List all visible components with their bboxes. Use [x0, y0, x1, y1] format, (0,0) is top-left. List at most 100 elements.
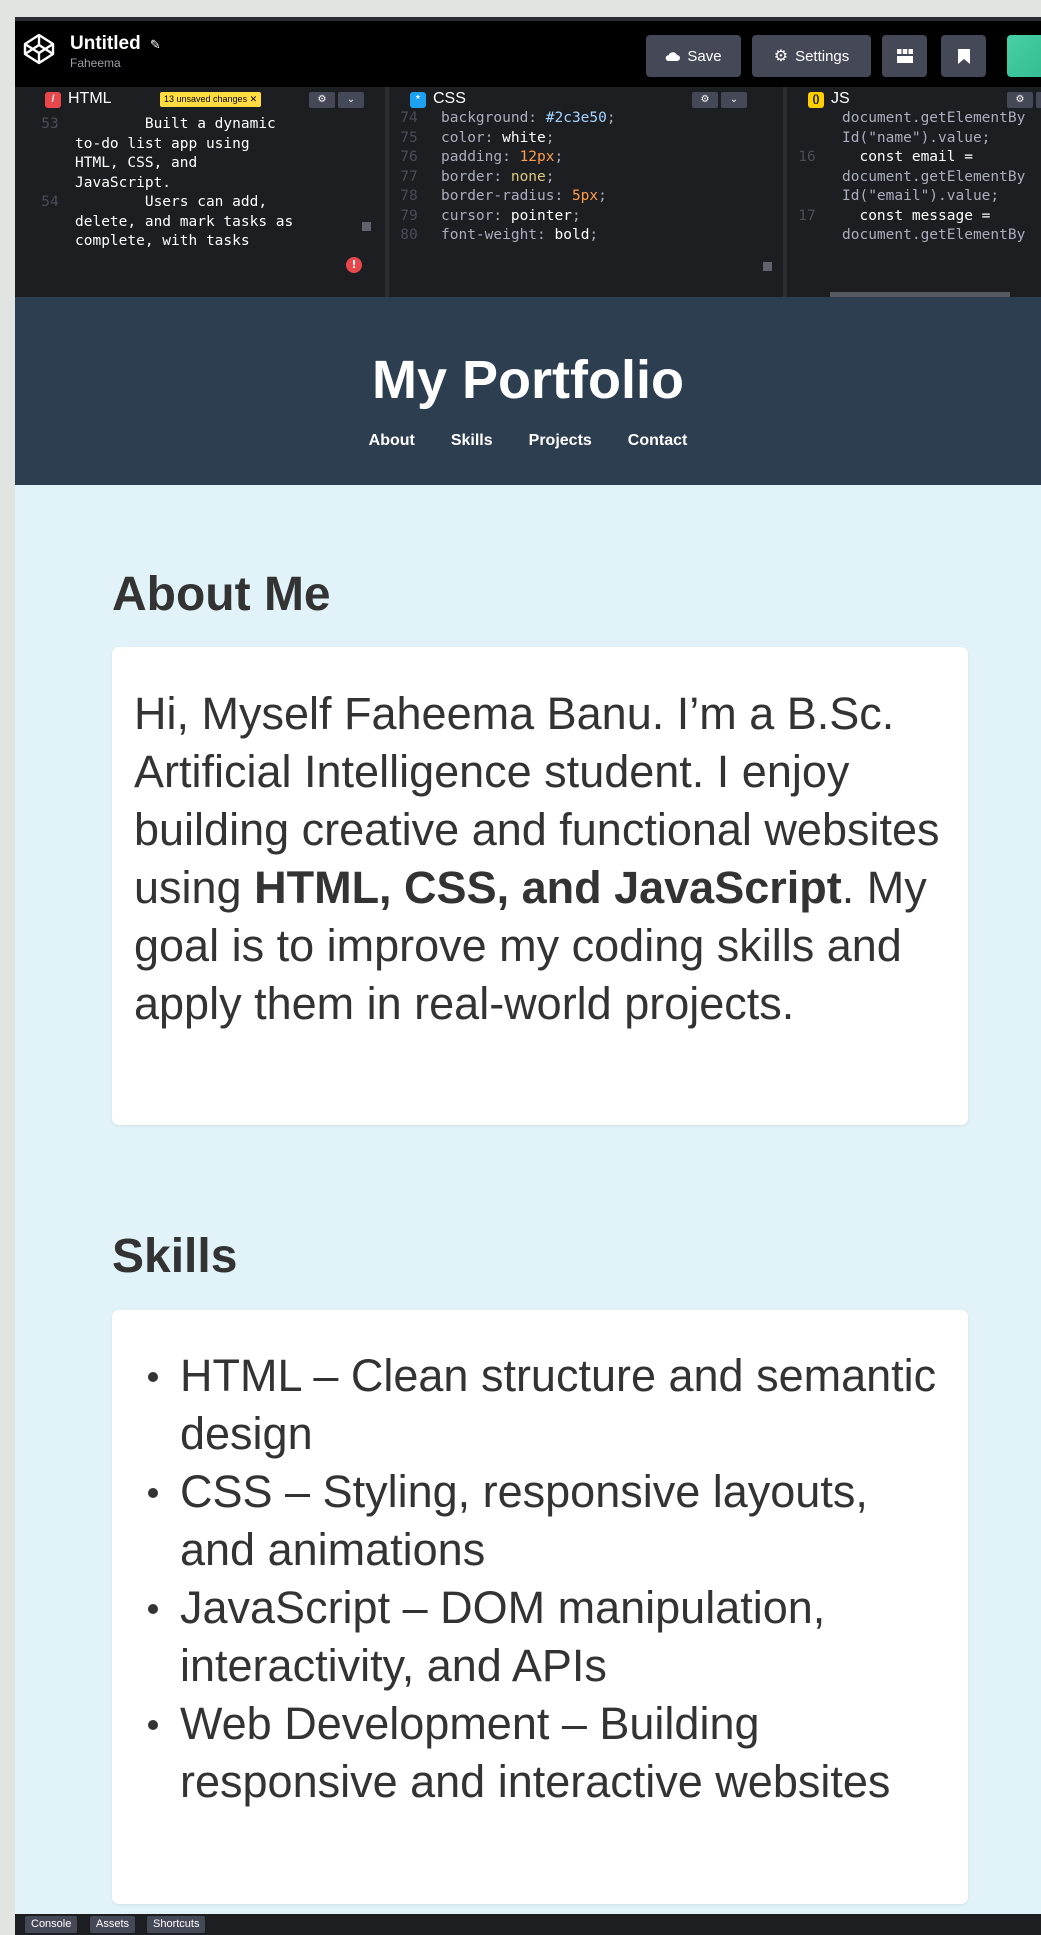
- codepen-window: Untitled ✎ Faheema Save ⚙ Settings / HTM…: [15, 17, 1041, 1935]
- code-line: 75 color: white;: [392, 129, 773, 149]
- js-editor[interactable]: () JS ⚙ ⌄ document.getElementBy Id("name…: [790, 87, 1041, 297]
- code-line: to-do list app using: [33, 135, 372, 155]
- css-property: cursor:: [441, 207, 511, 224]
- css-value: white: [502, 129, 546, 146]
- code-text: Users can add,: [75, 194, 268, 210]
- css-value: 5px: [571, 188, 599, 204]
- js-collapse-icon[interactable]: ⌄: [1036, 92, 1041, 108]
- code-line: 16 const email =: [790, 148, 1041, 168]
- assets-button[interactable]: Assets: [90, 1916, 136, 1933]
- css-collapse-icon[interactable]: ⌄: [721, 92, 747, 108]
- code-text: complete, with tasks: [75, 233, 250, 249]
- code-line: 54 Users can add,: [33, 193, 372, 213]
- code-text: delete, and mark tasks as: [75, 213, 294, 230]
- code-line: Id("email").value;: [790, 187, 1041, 207]
- save-button[interactable]: Save: [646, 35, 741, 77]
- code-line: 77 border: none;: [392, 168, 773, 188]
- skill-item: JavaScript – DOM manipulation, interacti…: [146, 1579, 946, 1695]
- code-line: complete, with tasks: [33, 232, 372, 252]
- line-number: 78: [400, 188, 418, 204]
- code-text: const email =: [842, 149, 973, 165]
- line-number: 79: [400, 207, 418, 224]
- css-value: pointer: [510, 207, 572, 224]
- about-text-bold: HTML, CSS, and JavaScript: [254, 862, 842, 913]
- html-editor[interactable]: / HTML 13 unsaved changes ✕ ⚙ ⌄ 53 Built…: [33, 87, 372, 297]
- code-text: to-do list app using: [75, 135, 250, 152]
- nav-link-projects[interactable]: Projects: [529, 432, 592, 450]
- code-text: JavaScript.: [75, 174, 172, 191]
- css-settings-icon[interactable]: ⚙: [692, 92, 718, 108]
- scrollbar-thumb[interactable]: [362, 222, 371, 231]
- bookmark-button[interactable]: [941, 35, 986, 77]
- site-title: My Portfolio: [372, 350, 684, 410]
- line-number: 53: [41, 116, 59, 132]
- site-header: My Portfolio About Skills Projects Conta…: [15, 297, 1041, 485]
- code-line: 79 cursor: pointer;: [392, 207, 773, 227]
- code-line: document.getElementBy: [790, 109, 1041, 129]
- editor-panels: / HTML 13 unsaved changes ✕ ⚙ ⌄ 53 Built…: [15, 87, 1041, 297]
- code-line: 76 padding: 12px;: [392, 148, 773, 168]
- js-code[interactable]: document.getElementBy Id("name").value; …: [790, 109, 1041, 297]
- css-value: #2c3e50: [545, 110, 607, 126]
- line-number: 16: [798, 149, 816, 165]
- code-line: Id("name").value;: [790, 129, 1041, 149]
- code-line: delete, and mark tasks as: [33, 213, 372, 233]
- html-code[interactable]: 53 Built a dynamic to-do list app using …: [33, 115, 372, 297]
- css-property: background:: [441, 110, 546, 126]
- top-bar: Untitled ✎ Faheema Save ⚙ Settings: [15, 17, 1041, 91]
- code-line: JavaScript.: [33, 174, 372, 194]
- code-text: const message =: [842, 207, 991, 224]
- nav-link-skills[interactable]: Skills: [451, 432, 493, 450]
- project-author[interactable]: Faheema: [70, 56, 161, 70]
- settings-label: Settings: [795, 47, 850, 65]
- html-file-icon: /: [45, 92, 61, 108]
- codepen-logo-icon[interactable]: [23, 33, 55, 65]
- unsaved-changes-badge[interactable]: 13 unsaved changes ✕: [160, 92, 262, 107]
- html-collapse-icon[interactable]: ⌄: [338, 92, 364, 108]
- scrollbar-thumb[interactable]: [763, 262, 772, 271]
- bookmark-icon: [957, 48, 970, 64]
- shortcuts-button[interactable]: Shortcuts: [147, 1916, 206, 1933]
- css-property: border:: [441, 168, 511, 185]
- nav-link-contact[interactable]: Contact: [628, 432, 688, 450]
- code-line: document.getElementBy: [790, 226, 1041, 246]
- code-line: document.getElementBy: [790, 168, 1041, 188]
- code-line: 80 font-weight: bold;: [392, 226, 773, 246]
- result-preview: My Portfolio About Skills Projects Conta…: [15, 297, 1041, 1914]
- line-number: 54: [41, 194, 59, 210]
- css-file-icon: *: [410, 92, 426, 108]
- site-nav: About Skills Projects Contact: [15, 432, 1041, 450]
- html-editor-header: / HTML 13 unsaved changes ✕ ⚙ ⌄: [33, 87, 372, 113]
- bottom-bar: Console Assets Shortcuts: [15, 1914, 1041, 1935]
- css-editor-title: CSS: [433, 90, 466, 107]
- code-line: 17 const message =: [790, 207, 1041, 227]
- js-file-icon: (): [808, 92, 824, 108]
- line-number: 77: [400, 168, 418, 185]
- pane-resize-handle[interactable]: [783, 87, 787, 297]
- line-number: 17: [798, 207, 816, 224]
- nav-link-about[interactable]: About: [369, 432, 415, 450]
- change-view-button[interactable]: [882, 35, 927, 77]
- error-icon[interactable]: !: [346, 257, 362, 273]
- gear-icon: ⚙: [773, 48, 789, 65]
- skill-item: CSS – Styling, responsive layouts, and a…: [146, 1463, 946, 1579]
- line-number: 80: [400, 227, 418, 243]
- code-text: HTML, CSS, and: [75, 155, 198, 171]
- code-text: document.getElementBy: [842, 227, 1026, 243]
- css-property: padding:: [441, 149, 520, 165]
- html-settings-icon[interactable]: ⚙: [309, 92, 335, 108]
- settings-button[interactable]: ⚙ Settings: [752, 35, 871, 77]
- pane-resize-handle[interactable]: [385, 87, 389, 297]
- line-number: 75: [400, 129, 418, 146]
- save-label: Save: [687, 47, 722, 65]
- js-settings-icon[interactable]: ⚙: [1007, 92, 1033, 108]
- project-title-block: Untitled ✎ Faheema: [70, 33, 161, 70]
- code-text: Id("email").value;: [842, 188, 1000, 204]
- css-code[interactable]: 74 background: #2c3e50; 75 color: white; 7…: [392, 109, 773, 297]
- pencil-icon[interactable]: ✎: [150, 38, 161, 53]
- line-number: 76: [400, 149, 418, 165]
- css-editor[interactable]: * CSS ⚙ ⌄ 74 background: #2c3e50; 75 color…: [392, 87, 773, 297]
- project-title[interactable]: Untitled: [70, 33, 141, 54]
- user-avatar-button[interactable]: [1007, 35, 1041, 77]
- console-button[interactable]: Console: [25, 1916, 78, 1933]
